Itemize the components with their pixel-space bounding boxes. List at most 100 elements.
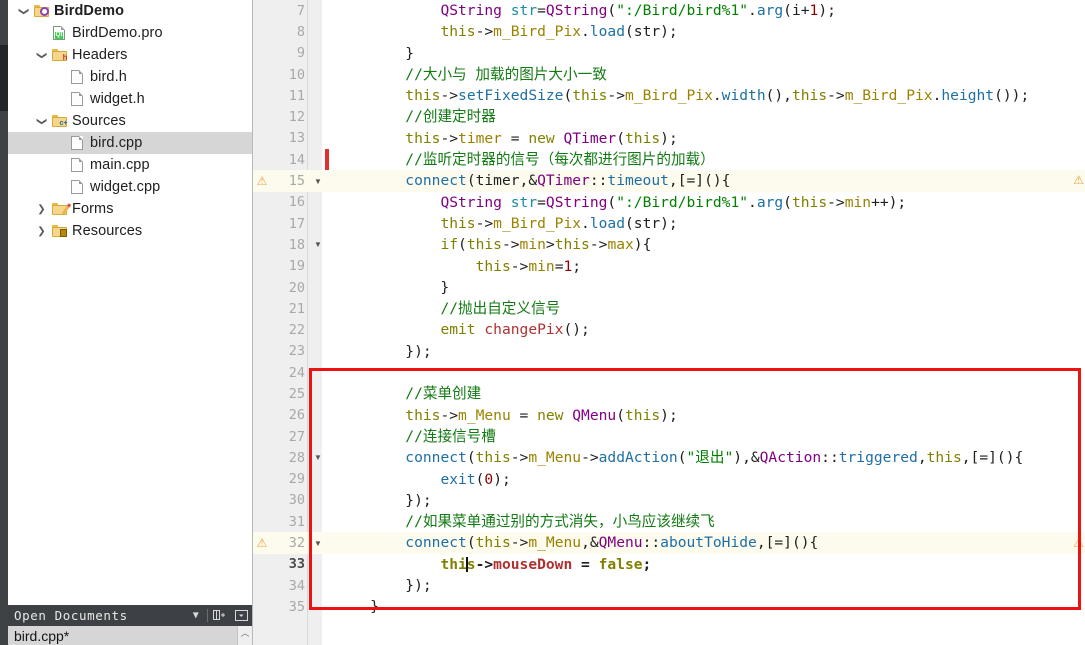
code-editor[interactable]: 7 QString str=QString(":/Bird/bird%1".ar…	[253, 0, 1085, 645]
code-line[interactable]: 30 });	[253, 490, 1085, 511]
code-text[interactable]: this->m_Menu = new QMenu(this);	[329, 405, 1085, 426]
code-line[interactable]: 20 }	[253, 277, 1085, 298]
code-text[interactable]: });	[329, 341, 1085, 362]
code-line[interactable]: 8 this->m_Bird_Pix.load(str);	[253, 21, 1085, 42]
code-text[interactable]: this->m_Bird_Pix.load(str);	[329, 21, 1085, 42]
code-line[interactable]: 17 this->m_Bird_Pix.load(str);	[253, 213, 1085, 234]
code-text[interactable]: this->m_Bird_Pix.load(str);	[329, 213, 1085, 234]
warning-icon[interactable]: ⚠	[253, 175, 271, 187]
open-documents-list[interactable]: bird.cpp* ︿	[8, 626, 252, 645]
code-line[interactable]: 13 this->timer = new QTimer(this);	[253, 128, 1085, 149]
code-line[interactable]: 14 //监听定时器的信号（每次都进行图片的加载）	[253, 149, 1085, 171]
chevron-down-icon[interactable]: ❯	[18, 4, 29, 19]
code-line[interactable]: 23 });	[253, 341, 1085, 362]
chevron-down-icon[interactable]: ❯	[36, 114, 47, 129]
code-text[interactable]: this->min=1;	[329, 256, 1085, 277]
code-text[interactable]: this->timer = new QTimer(this);	[329, 128, 1085, 149]
code-lines[interactable]: 7 QString str=QString(":/Bird/bird%1".ar…	[253, 0, 1085, 618]
code-token: (	[563, 87, 573, 105]
chevron-down-icon[interactable]: ▼	[185, 605, 207, 626]
code-text[interactable]: //监听定时器的信号（每次都进行图片的加载）	[329, 149, 1085, 170]
code-line[interactable]: 22 emit changePix();	[253, 319, 1085, 340]
code-text[interactable]: //连接信号槽	[329, 426, 1085, 447]
code-text[interactable]: emit changePix();	[329, 319, 1085, 340]
code-text[interactable]: });	[329, 490, 1085, 511]
code-token: //如果菜单通过别的方式消失，小鸟应该继续飞	[405, 513, 715, 531]
mode-selector-active-segment[interactable]	[0, 45, 8, 111]
tree-item-sources[interactable]: ❯ c+ Sources	[8, 110, 252, 132]
code-line[interactable]: 31 //如果菜单通过别的方式消失，小鸟应该继续飞	[253, 511, 1085, 532]
code-line[interactable]: 25 //菜单创建	[253, 383, 1085, 404]
code-line[interactable]: ⚠ 15 ▼ connect(timer,&QTimer::timeout,[=](…	[253, 170, 1085, 192]
code-text[interactable]: this->setFixedSize(this->m_Bird_Pix.widt…	[329, 85, 1085, 106]
fold-toggle-icon[interactable]: ▼	[311, 240, 325, 249]
code-token: ->	[440, 406, 459, 424]
tree-item-widget-cpp[interactable]: widget.cpp	[8, 176, 252, 198]
code-text[interactable]: //创建定时器	[329, 106, 1085, 127]
qt-project-file-icon: Qt	[53, 26, 65, 40]
code-text[interactable]: //抛出自定义信号	[329, 298, 1085, 319]
tree-item-forms[interactable]: ❯ Forms	[8, 198, 252, 220]
code-text[interactable]: //如果菜单通过别的方式消失，小鸟应该继续飞	[329, 511, 1085, 532]
chevron-right-icon[interactable]: ❯	[34, 204, 49, 215]
code-text[interactable]: connect(this->m_Menu,&QMenu::aboutToHide…	[329, 532, 1085, 553]
tree-item-birddemo-pro[interactable]: Qt BirdDemo.pro	[8, 22, 252, 44]
code-text[interactable]: connect(this->m_Menu->addAction("退出"),&Q…	[329, 447, 1085, 468]
code-line[interactable]: 34 });	[253, 575, 1085, 596]
line-number: 16	[288, 194, 305, 211]
code-text[interactable]: }	[329, 596, 1085, 617]
fold-toggle-icon[interactable]: ▼	[311, 539, 325, 548]
editor-warning-ruler[interactable]: ⚠ ⚠	[1071, 0, 1085, 645]
code-line[interactable]: 7 QString str=QString(":/Bird/bird%1".ar…	[253, 0, 1085, 21]
code-line[interactable]: 12 //创建定时器	[253, 106, 1085, 127]
project-tree[interactable]: ❯ BirdDemo Qt BirdDemo.pro ❯ h Headers bird.h wi…	[8, 0, 252, 605]
code-text[interactable]: this->mouseDown = false;	[329, 554, 1085, 575]
code-line[interactable]: 11 this->setFixedSize(this->m_Bird_Pix.w…	[253, 85, 1085, 106]
code-line[interactable]: 9 }	[253, 43, 1085, 64]
code-text[interactable]: //菜单创建	[329, 383, 1085, 404]
code-line[interactable]: 19 this->min=1;	[253, 256, 1085, 277]
tree-item-bird-cpp[interactable]: bird.cpp	[8, 132, 252, 154]
code-line[interactable]: 33 this->mouseDown = false;	[253, 554, 1085, 575]
code-line[interactable]: 21 //抛出自定义信号	[253, 298, 1085, 319]
tree-item-main-cpp[interactable]: main.cpp	[8, 154, 252, 176]
code-text[interactable]: QString str=QString(":/Bird/bird%1".arg(…	[329, 0, 1085, 21]
code-token: this	[625, 129, 661, 147]
open-document-item[interactable]: bird.cpp* ︿	[8, 626, 252, 645]
code-line[interactable]: 10 //大小与 加载的图片大小一致	[253, 64, 1085, 85]
code-text[interactable]: if(this->min>this->max){	[329, 234, 1085, 255]
code-line[interactable]: 35 }	[253, 596, 1085, 617]
code-line[interactable]: 16 QString str=QString(":/Bird/bird%1".a…	[253, 192, 1085, 213]
chevron-right-icon[interactable]: ❯	[34, 226, 49, 237]
chevron-down-icon[interactable]: ❯	[36, 48, 47, 63]
tree-item-birddemo[interactable]: ❯ BirdDemo	[8, 0, 252, 22]
code-line[interactable]: 26 this->m_Menu = new QMenu(this);	[253, 405, 1085, 426]
code-text[interactable]: exit(0);	[329, 469, 1085, 490]
code-line[interactable]: 29 exit(0);	[253, 469, 1085, 490]
code-text[interactable]: QString str=QString(":/Bird/bird%1".arg(…	[329, 192, 1085, 213]
close-panel-icon[interactable]	[230, 605, 252, 626]
fold-toggle-icon[interactable]: ▼	[311, 177, 325, 186]
code-text[interactable]: });	[329, 575, 1085, 596]
code-text[interactable]: connect(timer,&QTimer::timeout,[=](){	[329, 170, 1085, 191]
tree-item-headers[interactable]: ❯ h Headers	[8, 44, 252, 66]
code-line[interactable]: ⚠ 32 ▼ connect(this->m_Menu,&QMenu::aboutT…	[253, 532, 1085, 554]
mode-selector-strip[interactable]	[0, 0, 8, 645]
tree-item-resources[interactable]: ❯ Resources	[8, 220, 252, 242]
tree-item-widget-h[interactable]: widget.h	[8, 88, 252, 110]
open-documents-scrollbar[interactable]: ︿	[237, 626, 252, 645]
code-line[interactable]: 24	[253, 362, 1085, 383]
ruler-warning-icon[interactable]: ⚠	[1073, 174, 1084, 186]
split-icon[interactable]	[208, 605, 230, 626]
code-line[interactable]: 18 ▼ if(this->min>this->max){	[253, 234, 1085, 255]
warning-icon[interactable]: ⚠	[253, 537, 271, 549]
folder-resources-icon	[51, 225, 67, 237]
tree-item-bird-h[interactable]: bird.h	[8, 66, 252, 88]
code-text[interactable]: //大小与 加载的图片大小一致	[329, 64, 1085, 85]
code-text[interactable]: }	[329, 277, 1085, 298]
code-line[interactable]: 28 ▼ connect(this->m_Menu->addAction("退出"…	[253, 447, 1085, 468]
code-line[interactable]: 27 //连接信号槽	[253, 426, 1085, 447]
code-text[interactable]: }	[329, 43, 1085, 64]
ruler-warning-icon[interactable]: ⚠	[1073, 537, 1084, 549]
fold-toggle-icon[interactable]: ▼	[311, 453, 325, 462]
